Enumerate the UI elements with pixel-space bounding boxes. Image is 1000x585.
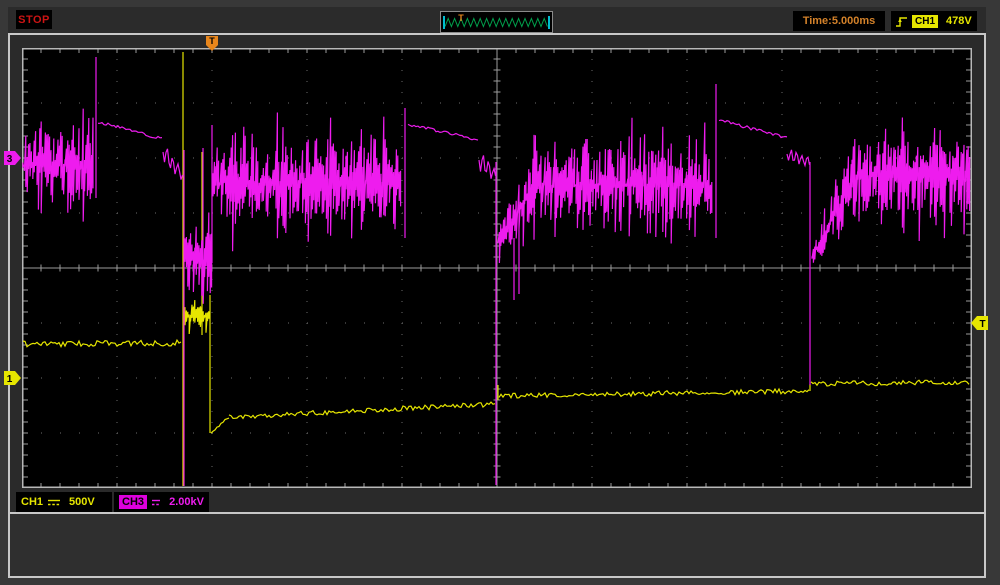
ch1-ground-marker[interactable]: 1 [4, 371, 22, 385]
timebase-label: Time:5.000ms [803, 15, 876, 27]
dc-coupling-icon [152, 498, 160, 507]
timebase-box: Time:5.000ms [793, 11, 885, 31]
ch3-label: CH3 [119, 495, 147, 509]
preview-trigger-marker: T [458, 13, 464, 23]
acquisition-status[interactable]: STOP [16, 10, 52, 29]
trigger-level-marker[interactable]: T [971, 316, 989, 330]
ch3-readout[interactable]: CH3 2.00kV [114, 492, 209, 512]
run-state-label: STOP [18, 14, 50, 26]
record-preview[interactable]: T [440, 11, 553, 33]
menu-panel [8, 514, 986, 578]
trigger-level-label: 478V [946, 15, 972, 27]
trigger-info-box: CH1 478V [891, 11, 977, 31]
svg-text:3: 3 [7, 154, 13, 165]
svg-text:T: T [209, 36, 215, 46]
oscilloscope-screen: STOP T Time:5.000ms CH1 478V T [0, 0, 1000, 585]
trigger-source-chip: CH1 [912, 15, 938, 28]
ch1-readout[interactable]: CH1 500V [16, 492, 112, 512]
preview-zigzag-icon: T [441, 12, 552, 32]
ch1-scale: 500V [69, 496, 95, 508]
waveform-plot [22, 48, 972, 488]
ch1-label: CH1 [21, 496, 43, 508]
ch3-scale: 2.00kV [169, 496, 204, 508]
svg-text:T: T [979, 319, 985, 330]
dc-coupling-icon [48, 498, 60, 507]
trigger-position-marker[interactable]: T [206, 36, 219, 52]
svg-text:1: 1 [7, 374, 13, 385]
ch3-ground-marker[interactable]: 3 [4, 151, 22, 165]
rising-edge-slope-icon [895, 14, 908, 29]
